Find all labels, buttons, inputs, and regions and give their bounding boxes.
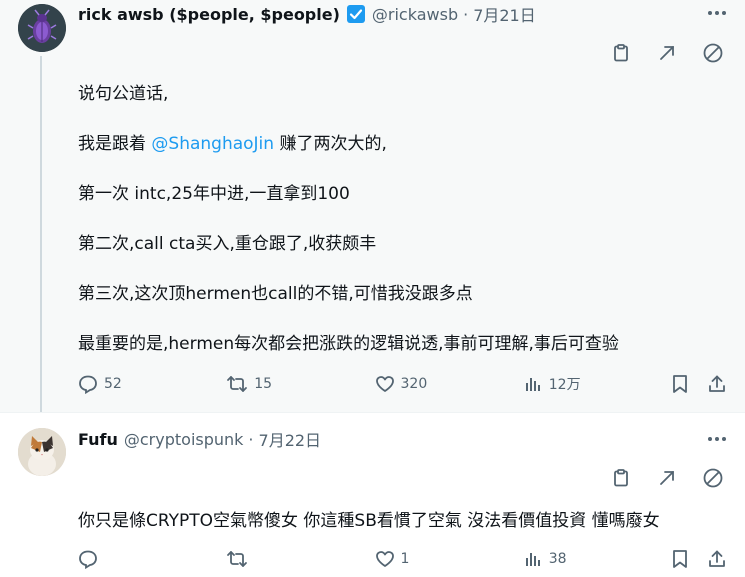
clipboard-icon[interactable]: [609, 41, 633, 65]
verified-badge-icon: [346, 4, 366, 24]
post-actions: 1 38: [78, 547, 727, 571]
post-paragraph: 第一次 intc,25年中进,一直拿到100: [78, 184, 350, 204]
repost-count: 15: [254, 376, 273, 392]
post-tools: [609, 41, 725, 65]
post-time[interactable]: 7月21日: [473, 2, 536, 26]
heart-icon: [375, 551, 394, 567]
beetle-avatar-icon: [18, 4, 66, 52]
more-options-icon[interactable]: [705, 429, 729, 449]
author-name[interactable]: Fufu: [78, 430, 118, 449]
post-time[interactable]: 7月22日: [259, 427, 322, 451]
view-count: 12万: [548, 377, 581, 393]
avatar[interactable]: [18, 4, 66, 52]
like-count: 1: [400, 551, 410, 567]
reply-icon: [79, 375, 97, 394]
separator-dot: ·: [248, 429, 254, 449]
repost-button[interactable]: 15: [226, 374, 286, 394]
share-group: [671, 374, 727, 394]
like-count: 320: [400, 376, 428, 392]
more-options-icon[interactable]: [705, 3, 729, 23]
repost-icon: [227, 551, 248, 567]
post-text: 说句公道话, 我是跟着 @ShanghaoJin 赚了两次大的, 第一次 int…: [78, 82, 725, 382]
bookmark-button[interactable]: [671, 549, 689, 569]
post-paragraph: 说句公道话,: [78, 84, 169, 104]
share-icon: [709, 375, 725, 392]
like-button[interactable]: 1: [375, 549, 435, 569]
bookmark-icon: [673, 375, 687, 393]
open-external-icon[interactable]: [655, 41, 679, 65]
mention-link[interactable]: @ShanghaoJin: [151, 134, 274, 154]
author-handle[interactable]: @cryptoispunk: [124, 430, 244, 449]
share-button[interactable]: [707, 374, 727, 394]
avatar[interactable]: [18, 428, 66, 476]
open-external-icon[interactable]: [655, 466, 679, 490]
repost-icon: [227, 376, 248, 392]
post-actions: 52 15 320 12万: [78, 372, 727, 396]
analytics-icon: [525, 378, 540, 391]
post-paragraph: 第三次,这次顶hermen也call的不错,可惜我没跟多点: [78, 284, 473, 304]
repost-button[interactable]: [226, 549, 286, 569]
bookmark-icon: [673, 550, 687, 568]
block-icon[interactable]: [701, 41, 725, 65]
view-count: 38: [548, 551, 567, 567]
reply-count: 52: [104, 376, 122, 392]
bookmark-button[interactable]: [671, 374, 689, 394]
heart-icon: [375, 376, 394, 392]
share-group: [671, 549, 727, 569]
share-icon: [709, 550, 725, 567]
like-button[interactable]: 320: [375, 374, 435, 394]
reply-button[interactable]: 52: [78, 374, 138, 394]
clipboard-icon[interactable]: [609, 466, 633, 490]
analytics-icon: [525, 553, 540, 566]
tweet-post[interactable]: rick awsb ($people, $people) @rickawsb ·…: [0, 0, 745, 412]
block-icon[interactable]: [701, 466, 725, 490]
post-paragraph: 第二次,call cta买入,重仓跟了,收获颇丰: [78, 234, 377, 254]
author-handle[interactable]: @rickawsb: [372, 5, 458, 24]
post-tools: [609, 466, 725, 490]
post-header: Fufu @cryptoispunk · 7月22日: [78, 427, 321, 451]
post-header: rick awsb ($people, $people) @rickawsb ·…: [78, 2, 536, 26]
views-button[interactable]: 38: [523, 549, 583, 569]
author-name[interactable]: rick awsb ($people, $people): [78, 5, 340, 24]
separator-dot: ·: [463, 4, 469, 24]
cat-avatar-icon: [18, 428, 66, 476]
reply-icon: [79, 550, 97, 569]
post-paragraph: 我是跟着 @ShanghaoJin 赚了两次大的,: [78, 134, 387, 154]
share-button[interactable]: [707, 549, 727, 569]
thread-line: [40, 56, 42, 412]
reply-button[interactable]: [78, 549, 138, 569]
views-button[interactable]: 12万: [523, 374, 583, 394]
